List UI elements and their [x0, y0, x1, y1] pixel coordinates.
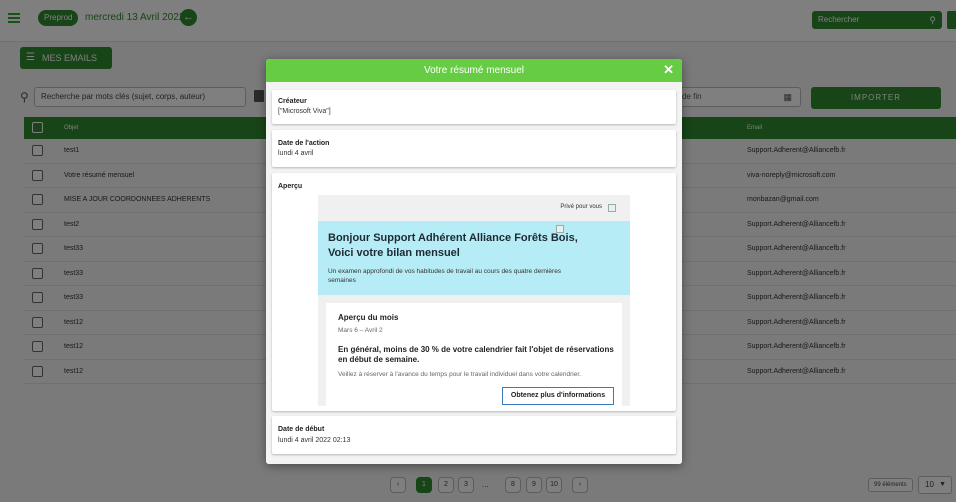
action-date-card: Date de l'action lundi 4 avril — [272, 130, 676, 167]
broken-image-icon — [608, 204, 616, 212]
banner-title: Bonjour Support Adhérent Alliance Forêts… — [328, 231, 578, 261]
email-banner: Bonjour Support Adhérent Alliance Forêts… — [318, 221, 630, 295]
private-label: Privé pour vous — [560, 204, 602, 210]
email-preview-frame[interactable]: Privé pour vous Bonjour Support Adhérent… — [318, 195, 630, 406]
banner-title-line2: Voici votre bilan mensuel — [328, 247, 460, 259]
modal-header: Votre résumé mensuel ✕ — [266, 59, 682, 82]
banner-subtitle: Un examen approfondi de vos habitudes de… — [328, 268, 562, 284]
modal-body: Créateur ["Microsoft Viva"] Date de l'ac… — [266, 82, 682, 464]
action-date-value: lundi 4 avril — [278, 150, 314, 157]
modal-title: Votre résumé mensuel — [423, 65, 525, 76]
start-date-label: Date de début — [278, 426, 325, 433]
start-date-value: lundi 4 avril 2022 02:13 — [278, 437, 351, 444]
month-summary-range: Mars 6 – Avril 2 — [338, 327, 383, 334]
banner-title-line1: Bonjour Support Adhérent Alliance Forêts… — [328, 232, 578, 244]
month-summary-advice: Veillez à réserver à l'avance du temps p… — [338, 371, 581, 378]
month-summary-headline: En général, moins de 30 % de votre calen… — [338, 345, 614, 364]
creator-label: Créateur — [278, 98, 307, 105]
close-icon[interactable]: ✕ — [663, 59, 674, 81]
creator-card: Créateur ["Microsoft Viva"] — [272, 90, 676, 124]
preview-label: Aperçu — [278, 183, 303, 190]
more-info-button[interactable]: Obtenez plus d'informations — [502, 387, 614, 405]
email-detail-modal: Votre résumé mensuel ✕ Créateur ["Micros… — [266, 59, 682, 464]
preview-card: Aperçu Privé pour vous Bonjour Support A… — [272, 173, 676, 411]
start-date-card: Date de début lundi 4 avril 2022 02:13 — [272, 416, 676, 454]
creator-value: ["Microsoft Viva"] — [278, 108, 331, 115]
month-summary-title: Aperçu du mois — [338, 313, 399, 322]
month-summary-card: Aperçu du mois Mars 6 – Avril 2 En génér… — [326, 303, 622, 406]
action-date-label: Date de l'action — [278, 140, 330, 147]
